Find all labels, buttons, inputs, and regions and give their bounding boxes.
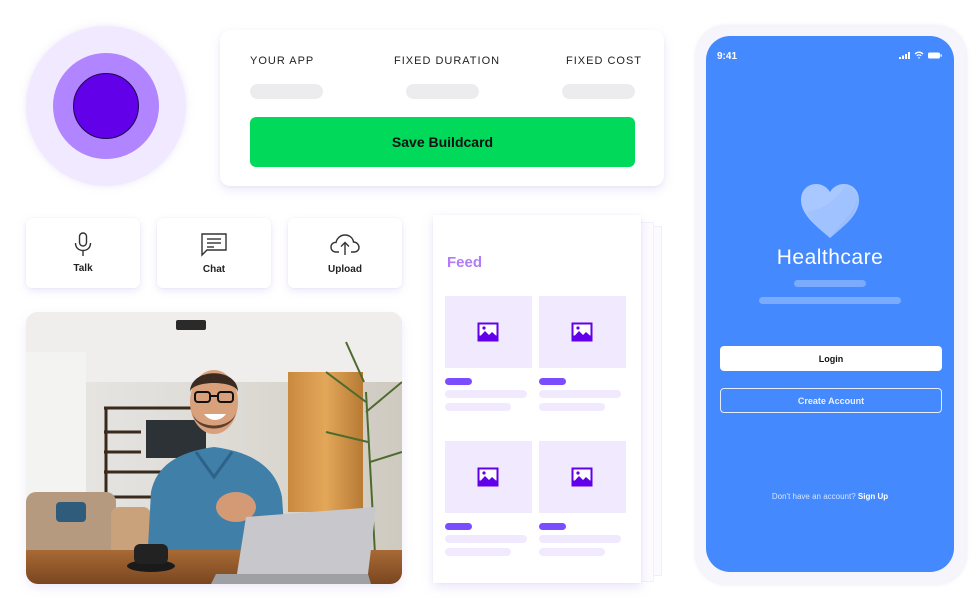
feed-item-tag [539, 378, 566, 385]
feed-item-line [445, 548, 511, 556]
fixed-cost-label: FIXED COST [566, 55, 643, 67]
feed-item-line [539, 548, 605, 556]
feed-item-tag [445, 523, 472, 530]
description-placeholder [759, 297, 901, 304]
chat-bubble-icon [201, 233, 227, 257]
fixed-duration-value-placeholder [406, 84, 479, 99]
talk-button[interactable]: Talk [26, 218, 140, 288]
signup-prompt: Don't have an account? Sign Up [706, 492, 954, 501]
feed-item-tag [445, 378, 472, 385]
feed-item-line [445, 390, 527, 398]
buildcard-panel: YOUR APP FIXED DURATION FIXED COST Save … [220, 30, 664, 186]
heart-icon [801, 184, 859, 238]
feed-item[interactable] [445, 296, 533, 411]
image-placeholder-icon [571, 322, 593, 342]
battery-icon [928, 52, 942, 58]
status-time: 9:41 [717, 51, 738, 62]
signup-link[interactable]: Sign Up [858, 492, 888, 501]
feed-item[interactable] [445, 441, 533, 556]
image-placeholder-icon [571, 467, 593, 487]
login-button[interactable]: Login [720, 346, 942, 371]
upload-button[interactable]: Upload [288, 218, 402, 288]
microphone-icon [74, 232, 92, 256]
phone-screen: 9:41 Healthcare Login Create Account Don… [706, 36, 954, 572]
save-buildcard-button[interactable]: Save Buildcard [250, 117, 635, 167]
cloud-upload-icon [330, 234, 360, 255]
status-icons [899, 51, 942, 59]
feed-title: Feed [447, 254, 483, 271]
person-photo [26, 312, 402, 584]
feed-item[interactable] [539, 441, 627, 556]
feed-item-image [539, 441, 626, 513]
your-app-label: YOUR APP [250, 55, 315, 67]
person-photo-illustration [26, 312, 402, 584]
fixed-duration-label: FIXED DURATION [394, 55, 501, 67]
feed-item-tag [539, 523, 566, 530]
feed-item-line [539, 535, 621, 543]
app-title: Healthcare [776, 246, 884, 269]
feed-item-line [539, 403, 605, 411]
image-placeholder-icon [477, 467, 499, 487]
image-placeholder-icon [477, 322, 499, 342]
feed-item-line [445, 535, 527, 543]
feed-item-image [539, 296, 626, 368]
chat-button[interactable]: Chat [157, 218, 271, 288]
avatar[interactable] [73, 73, 139, 139]
feed-card: Feed [433, 215, 641, 583]
signup-prompt-text: Don't have an account? [771, 492, 856, 501]
feed-item-image [445, 441, 532, 513]
talk-label: Talk [73, 263, 93, 274]
create-account-button[interactable]: Create Account [720, 388, 942, 413]
wifi-icon [914, 51, 924, 59]
feed-item-line [539, 390, 621, 398]
feed-item-line [445, 403, 511, 411]
chat-label: Chat [202, 264, 226, 275]
your-app-value-placeholder [250, 84, 323, 99]
feed-item-image [445, 296, 532, 368]
upload-label: Upload [328, 264, 362, 275]
feed-item[interactable] [539, 296, 627, 411]
subtitle-placeholder [794, 280, 866, 287]
signal-icon [899, 51, 910, 59]
fixed-cost-value-placeholder [562, 84, 635, 99]
